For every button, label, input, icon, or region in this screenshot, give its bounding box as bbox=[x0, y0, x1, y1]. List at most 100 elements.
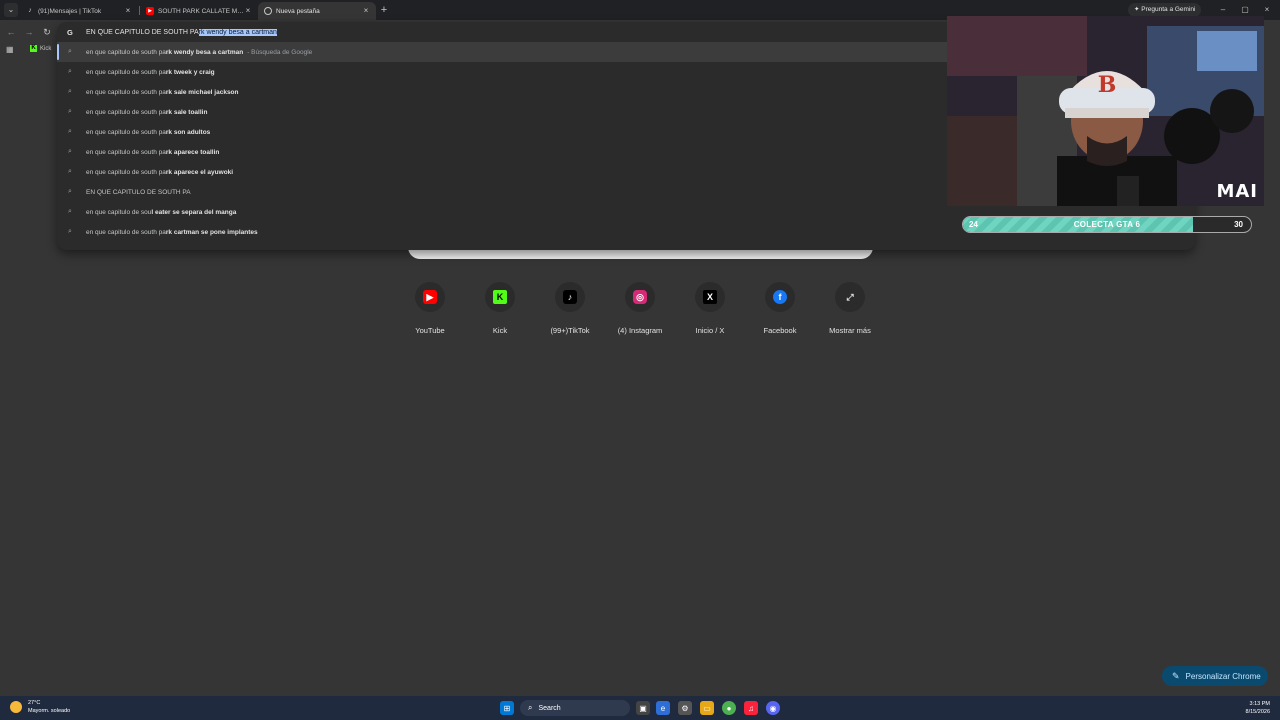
shortcut-tile[interactable]: f Facebook bbox=[745, 282, 815, 338]
search-icon: ⌕ bbox=[68, 208, 72, 215]
close-icon[interactable]: × bbox=[124, 7, 132, 15]
search-icon: ⌕ bbox=[68, 128, 72, 135]
shortcut-icon-circle: f bbox=[765, 282, 795, 312]
tab-new-tab[interactable]: Nueva pestaña × bbox=[258, 2, 376, 20]
weather-temp: 27°C bbox=[28, 700, 41, 706]
tab-title: Nueva pestaña bbox=[276, 7, 320, 15]
customize-chrome-button[interactable]: ✎ Personalizar Chrome bbox=[1162, 666, 1268, 686]
expand-icon: ⤢ bbox=[843, 290, 857, 304]
streamer-camera-image: B bbox=[947, 16, 1264, 206]
discord-icon[interactable]: ◉ bbox=[766, 701, 780, 715]
file-explorer-icon[interactable]: ▭ bbox=[700, 701, 714, 715]
weather-sun-icon bbox=[10, 701, 22, 713]
bookmark-kick[interactable]: K Kick bbox=[30, 45, 51, 52]
shortcut-label: Mostrar más bbox=[829, 326, 871, 335]
back-icon[interactable]: ← bbox=[4, 25, 18, 39]
shortcut-label: (99+)TikTok bbox=[550, 326, 590, 335]
webcam-overlay: B MAI bbox=[947, 16, 1264, 206]
taskbar-search[interactable]: ⌕ Search bbox=[520, 700, 630, 716]
search-icon: ⌕ bbox=[68, 108, 72, 115]
channel-logo: MAI bbox=[1216, 181, 1258, 202]
suggestion-completion: rk wendy besa a cartman bbox=[165, 48, 244, 56]
music-icon[interactable]: ♫ bbox=[744, 701, 758, 715]
taskbar: 27°C Mayorm. soleado ⊞ ⌕ Search ▣ e ⚙ ▭ … bbox=[0, 696, 1280, 720]
weather-widget[interactable]: 27°C Mayorm. soleado bbox=[10, 699, 70, 715]
close-icon[interactable]: × bbox=[362, 7, 370, 15]
suggestion-completion: rk cartman se pone implantes bbox=[165, 228, 258, 236]
reload-icon[interactable]: ↻ bbox=[40, 25, 54, 39]
shortcut-tile[interactable]: X Inicio / X bbox=[675, 282, 745, 338]
close-window-icon[interactable]: × bbox=[1260, 3, 1274, 17]
search-icon: ⌕ bbox=[68, 188, 72, 195]
shortcut-tile[interactable]: K Kick bbox=[465, 282, 535, 338]
tab-title: (91)Mensajes | TikTok bbox=[38, 7, 102, 15]
minimize-icon[interactable]: – bbox=[1216, 3, 1230, 17]
chrome-icon bbox=[264, 7, 272, 15]
suggestion-prefix: en que capitulo de south pa bbox=[86, 48, 166, 56]
autocomplete-text: rk wendy besa a cartman bbox=[198, 28, 277, 36]
suggestion-prefix: en que capitulo de south pa bbox=[86, 168, 166, 176]
suggestion-prefix: EN QUE CAPITULO DE SOUTH PA bbox=[86, 188, 191, 196]
apps-grid-icon[interactable]: ▦ bbox=[6, 46, 14, 54]
shortcut-label: Inicio / X bbox=[695, 326, 725, 335]
suggestion-prefix: en que capitulo de south pa bbox=[86, 88, 166, 96]
goal-target: 30 bbox=[1234, 220, 1243, 229]
search-icon: ⌕ bbox=[68, 168, 72, 175]
clock-time: 3:13 PM bbox=[1249, 701, 1270, 707]
forward-icon[interactable]: → bbox=[22, 25, 36, 39]
task-view-icon[interactable]: ▣ bbox=[636, 701, 650, 715]
donation-goal-bar: 24 COLECTA GTA 6 30 bbox=[962, 216, 1252, 233]
search-icon: ⌕ bbox=[68, 48, 72, 55]
shortcut-icon-circle: X bbox=[695, 282, 725, 312]
gemini-icon: ✦ bbox=[1134, 6, 1140, 13]
shortcut-icon-circle: ⤢ bbox=[835, 282, 865, 312]
shortcut-tile[interactable]: ♪ (99+)TikTok bbox=[535, 282, 605, 338]
chrome-taskbar-icon[interactable]: ● bbox=[722, 701, 736, 715]
tab-search-button[interactable]: ⌄ bbox=[4, 3, 18, 17]
search-icon: ⌕ bbox=[528, 703, 533, 712]
suggestion-source: - Búsqueda de Google bbox=[247, 48, 313, 56]
search-icon: ⌕ bbox=[68, 148, 72, 155]
shortcut-icon-circle: ◎ bbox=[625, 282, 655, 312]
suggestion-completion: rk sale michael jackson bbox=[165, 88, 239, 96]
weather-desc: Mayorm. soleado bbox=[28, 708, 71, 714]
shortcut-tile[interactable]: ⤢ Mostrar más bbox=[815, 282, 885, 338]
shortcut-tile[interactable]: ▶ YouTube bbox=[395, 282, 465, 338]
edge-icon[interactable]: e bbox=[656, 701, 670, 715]
kick-icon: K bbox=[493, 290, 507, 304]
bookmark-label: Kick bbox=[40, 45, 52, 52]
tiktok-icon: ♪ bbox=[28, 7, 32, 14]
suggestion-prefix: en que capitulo de south pa bbox=[86, 128, 166, 136]
gemini-label: Pregunta a Gemini bbox=[1141, 6, 1196, 13]
suggestion-completion: l eater se separa del manga bbox=[151, 208, 237, 216]
windows-start-icon[interactable]: ⊞ bbox=[500, 701, 514, 715]
google-icon: G bbox=[67, 27, 73, 37]
svg-text:B: B bbox=[1098, 72, 1117, 98]
shortcut-label: Kick bbox=[492, 326, 508, 335]
tiktok-icon: ♪ bbox=[563, 290, 577, 304]
suggestion-prefix: en que capitulo de sou bbox=[86, 208, 152, 216]
system-clock[interactable]: 3:13 PM 8/15/2026 bbox=[1246, 700, 1270, 716]
shortcut-icon-circle: ♪ bbox=[555, 282, 585, 312]
suggestion-completion: rk tweek y craig bbox=[165, 68, 215, 76]
new-tab-button[interactable]: + bbox=[378, 4, 390, 16]
search-icon: ⌕ bbox=[68, 228, 72, 235]
maximize-icon[interactable]: ▢ bbox=[1238, 3, 1252, 17]
shortcut-icon-circle: K bbox=[485, 282, 515, 312]
suggestion-completion: rk aparece toallin bbox=[165, 148, 220, 156]
steam-icon[interactable]: ⚙ bbox=[678, 701, 692, 715]
suggestion-completion: rk sale toallin bbox=[165, 108, 208, 116]
x-icon: X bbox=[703, 290, 717, 304]
facebook-icon: f bbox=[773, 290, 787, 304]
gemini-button[interactable]: ✦ Pregunta a Gemini bbox=[1128, 3, 1202, 17]
kick-icon: K bbox=[30, 45, 37, 52]
tab-tiktok[interactable]: ♪ (91)Mensajes | TikTok × bbox=[20, 2, 138, 20]
search-icon: ⌕ bbox=[68, 68, 72, 75]
search-icon: ⌕ bbox=[68, 88, 72, 95]
tab-title: SOUTH PARK CALLATE MIERDA bbox=[158, 7, 244, 15]
tab-south-park[interactable]: ▶ SOUTH PARK CALLATE MIERDA × bbox=[140, 2, 258, 20]
shortcut-tile[interactable]: ◎ (4) Instagram bbox=[605, 282, 675, 338]
search-label: Search bbox=[538, 704, 561, 712]
close-icon[interactable]: × bbox=[244, 7, 252, 15]
shortcut-label: Facebook bbox=[763, 326, 797, 335]
